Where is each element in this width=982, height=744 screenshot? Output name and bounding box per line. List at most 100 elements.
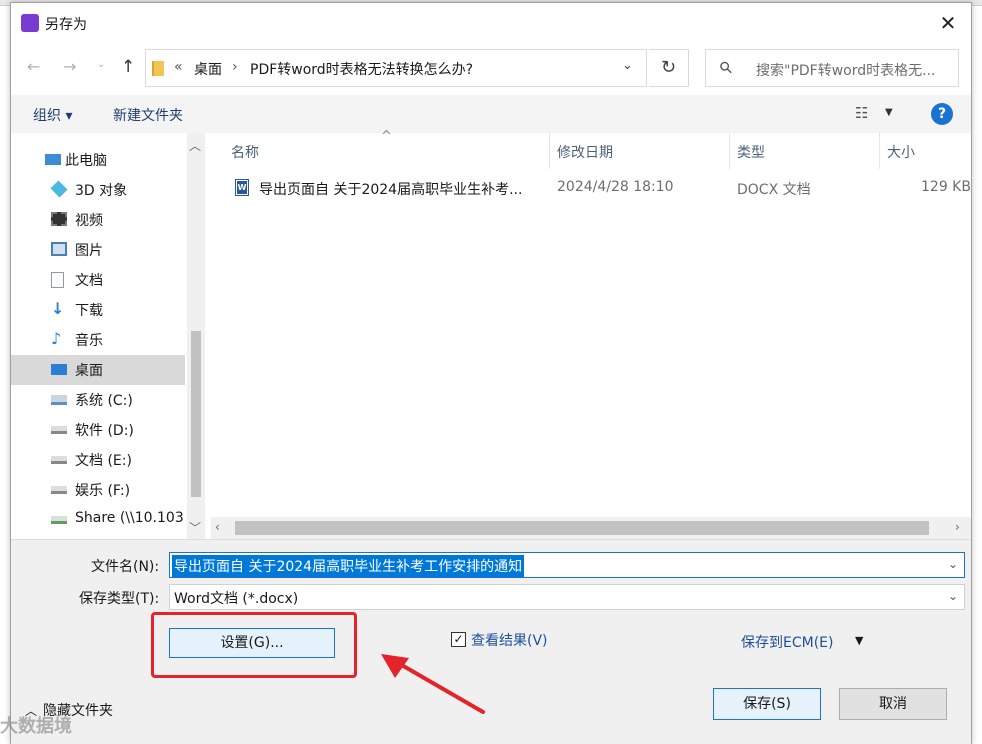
column-header-size[interactable]: 大小 xyxy=(887,142,915,162)
sidebar-item-downloads[interactable]: ↓ 下载 xyxy=(11,295,185,325)
sidebar-item-drive-e[interactable]: 文档 (E:) xyxy=(11,445,185,475)
breadcrumb-overflow-icon[interactable]: « xyxy=(174,59,183,75)
filename-input[interactable]: 导出页面自 关于2024届高职毕业生补考工作安排的通知 ⌄ xyxy=(169,552,965,578)
column-divider[interactable] xyxy=(879,133,880,169)
column-divider[interactable] xyxy=(549,133,550,169)
sidebar-item-label: 娱乐 (F:) xyxy=(75,483,131,499)
network-drive-icon xyxy=(51,516,67,524)
sidebar-item-drive-f[interactable]: 娱乐 (F:) xyxy=(11,475,185,505)
recent-locations-chevron-icon[interactable]: ⌄ xyxy=(97,59,105,70)
column-divider[interactable] xyxy=(729,133,730,169)
file-row[interactable]: W 导出页面自 关于2024届高职毕业生补考... 2024/4/28 18:1… xyxy=(211,173,971,205)
save-button[interactable]: 保存(S) xyxy=(713,688,821,720)
scroll-right-icon[interactable]: › xyxy=(955,520,960,534)
document-icon xyxy=(51,272,64,288)
filename-dropdown-icon[interactable]: ⌄ xyxy=(948,557,958,571)
computer-icon xyxy=(45,154,61,165)
filetype-select[interactable]: Word文档 (*.docx) ⌄ xyxy=(169,584,965,610)
up-arrow-icon[interactable]: ↑ xyxy=(121,57,135,77)
file-modified: 2024/4/28 18:10 xyxy=(557,179,674,195)
sidebar-item-videos[interactable]: 视频 xyxy=(11,205,185,235)
word-icon-letter: W xyxy=(237,181,247,194)
sidebar-item-label: 系统 (C:) xyxy=(75,393,133,409)
column-header-modified[interactable]: 修改日期 xyxy=(557,142,613,162)
annotation-arrow-icon xyxy=(381,654,485,714)
sidebar-item-this-pc[interactable]: 此电脑 xyxy=(11,145,185,175)
address-bar[interactable]: « 桌面 › PDF转word时表格无法转换怎么办? ⌄ xyxy=(145,49,647,87)
save-options-panel: 文件名(N): 导出页面自 关于2024届高职毕业生补考工作安排的通知 ⌄ 保存… xyxy=(11,539,971,744)
navigation-pane: 此电脑 3D 对象 视频 图片 文档 ↓ 下载 ♪ 音乐 桌面 系统 (C:) … xyxy=(11,133,205,539)
drive-icon xyxy=(51,426,67,434)
folder-icon xyxy=(152,61,164,76)
sidebar-item-pictures[interactable]: 图片 xyxy=(11,235,185,265)
toolbar: 组织 ▾ 新建文件夹 ☷ ▼ ? xyxy=(11,95,971,133)
music-icon: ♪ xyxy=(51,329,62,348)
cancel-button[interactable]: 取消 xyxy=(839,688,947,720)
view-options-icon[interactable]: ☷ xyxy=(855,104,868,122)
search-placeholder: 搜索"PDF转word时表格无... xyxy=(756,63,936,79)
close-button[interactable]: ✕ xyxy=(931,9,965,37)
ecm-dropdown-icon[interactable]: ▼ xyxy=(855,634,863,647)
word-document-icon: W xyxy=(235,179,249,196)
sidebar-scrollbar-thumb[interactable] xyxy=(191,331,201,497)
drive-icon xyxy=(51,486,67,494)
watermark: 大数据境 xyxy=(0,716,72,737)
cube-icon xyxy=(50,180,68,198)
view-options-caret-icon[interactable]: ▼ xyxy=(885,107,893,118)
forward-arrow-icon[interactable]: → xyxy=(63,57,76,76)
search-input[interactable]: ⚲ 搜索"PDF转word时表格无... xyxy=(705,49,959,87)
app-icon xyxy=(21,14,39,32)
file-name: 导出页面自 关于2024届高职毕业生补考... xyxy=(259,182,523,198)
filetype-value: Word文档 (*.docx) xyxy=(174,591,299,607)
drive-icon xyxy=(51,456,67,464)
sidebar-item-label: 视频 xyxy=(75,213,103,229)
sidebar-item-label: 文档 (E:) xyxy=(75,453,132,469)
sidebar-item-label: 此电脑 xyxy=(65,153,107,169)
sidebar-item-label: 桌面 xyxy=(75,363,103,379)
scroll-left-icon[interactable]: ‹ xyxy=(215,520,220,534)
sidebar-item-drive-d[interactable]: 软件 (D:) xyxy=(11,415,185,445)
file-size: 129 KB xyxy=(921,179,971,195)
sidebar-item-3d-objects[interactable]: 3D 对象 xyxy=(11,175,185,205)
sidebar-item-desktop[interactable]: 桌面 xyxy=(11,355,185,385)
column-header-type[interactable]: 类型 xyxy=(737,142,765,162)
scroll-down-icon[interactable]: ﹀ xyxy=(189,519,201,536)
download-icon: ↓ xyxy=(51,299,65,318)
annotation-highlight-box xyxy=(151,612,357,678)
help-icon[interactable]: ? xyxy=(931,103,953,125)
system-drive-icon xyxy=(51,395,67,405)
horizontal-scrollbar-thumb[interactable] xyxy=(235,521,929,535)
sidebar-item-label: 图片 xyxy=(75,243,103,259)
scroll-up-icon[interactable]: ︿ xyxy=(189,137,201,154)
filename-value[interactable]: 导出页面自 关于2024届高职毕业生补考工作安排的通知 xyxy=(172,555,525,577)
breadcrumb-current-folder[interactable]: PDF转word时表格无法转换怎么办? xyxy=(250,59,473,79)
filename-label: 文件名(N): xyxy=(91,559,160,575)
organize-button[interactable]: 组织 ▾ xyxy=(33,105,72,125)
new-folder-button[interactable]: 新建文件夹 xyxy=(113,105,183,125)
column-headers: ^ 名称 修改日期 类型 大小 xyxy=(211,129,971,169)
sidebar-item-label: 文档 xyxy=(75,273,103,289)
sidebar-item-drive-c[interactable]: 系统 (C:) xyxy=(11,385,185,415)
sidebar-item-label: 软件 (D:) xyxy=(75,423,134,439)
view-result-checkbox[interactable]: ✓ xyxy=(451,632,466,647)
save-as-dialog: 另存为 ✕ ← → ⌄ ↑ « 桌面 › PDF转word时表格无法转换怎么办?… xyxy=(10,2,972,744)
sidebar-item-label: 下载 xyxy=(75,303,103,319)
title-bar: 另存为 ✕ xyxy=(11,3,971,43)
sidebar-item-label: 音乐 xyxy=(75,333,103,349)
video-icon xyxy=(51,212,67,226)
breadcrumb-separator-icon[interactable]: › xyxy=(232,59,238,75)
sidebar-item-documents[interactable]: 文档 xyxy=(11,265,185,295)
picture-icon xyxy=(51,242,67,256)
filetype-dropdown-icon[interactable]: ⌄ xyxy=(948,589,958,603)
sidebar-item-label: 3D 对象 xyxy=(75,183,128,199)
sidebar-item-music[interactable]: ♪ 音乐 xyxy=(11,325,185,355)
breadcrumb-desktop[interactable]: 桌面 xyxy=(194,59,222,79)
refresh-button[interactable]: ↻ xyxy=(649,49,689,87)
view-result-label[interactable]: 查看结果(V) xyxy=(471,630,548,650)
save-to-ecm-link[interactable]: 保存到ECM(E) xyxy=(741,632,833,652)
address-dropdown-icon[interactable]: ⌄ xyxy=(622,58,633,73)
file-type: DOCX 文档 xyxy=(737,182,811,198)
column-header-name[interactable]: 名称 xyxy=(231,142,259,162)
back-arrow-icon[interactable]: ← xyxy=(27,57,40,76)
sidebar-item-share[interactable]: Share (\\10.103 xyxy=(11,505,185,535)
